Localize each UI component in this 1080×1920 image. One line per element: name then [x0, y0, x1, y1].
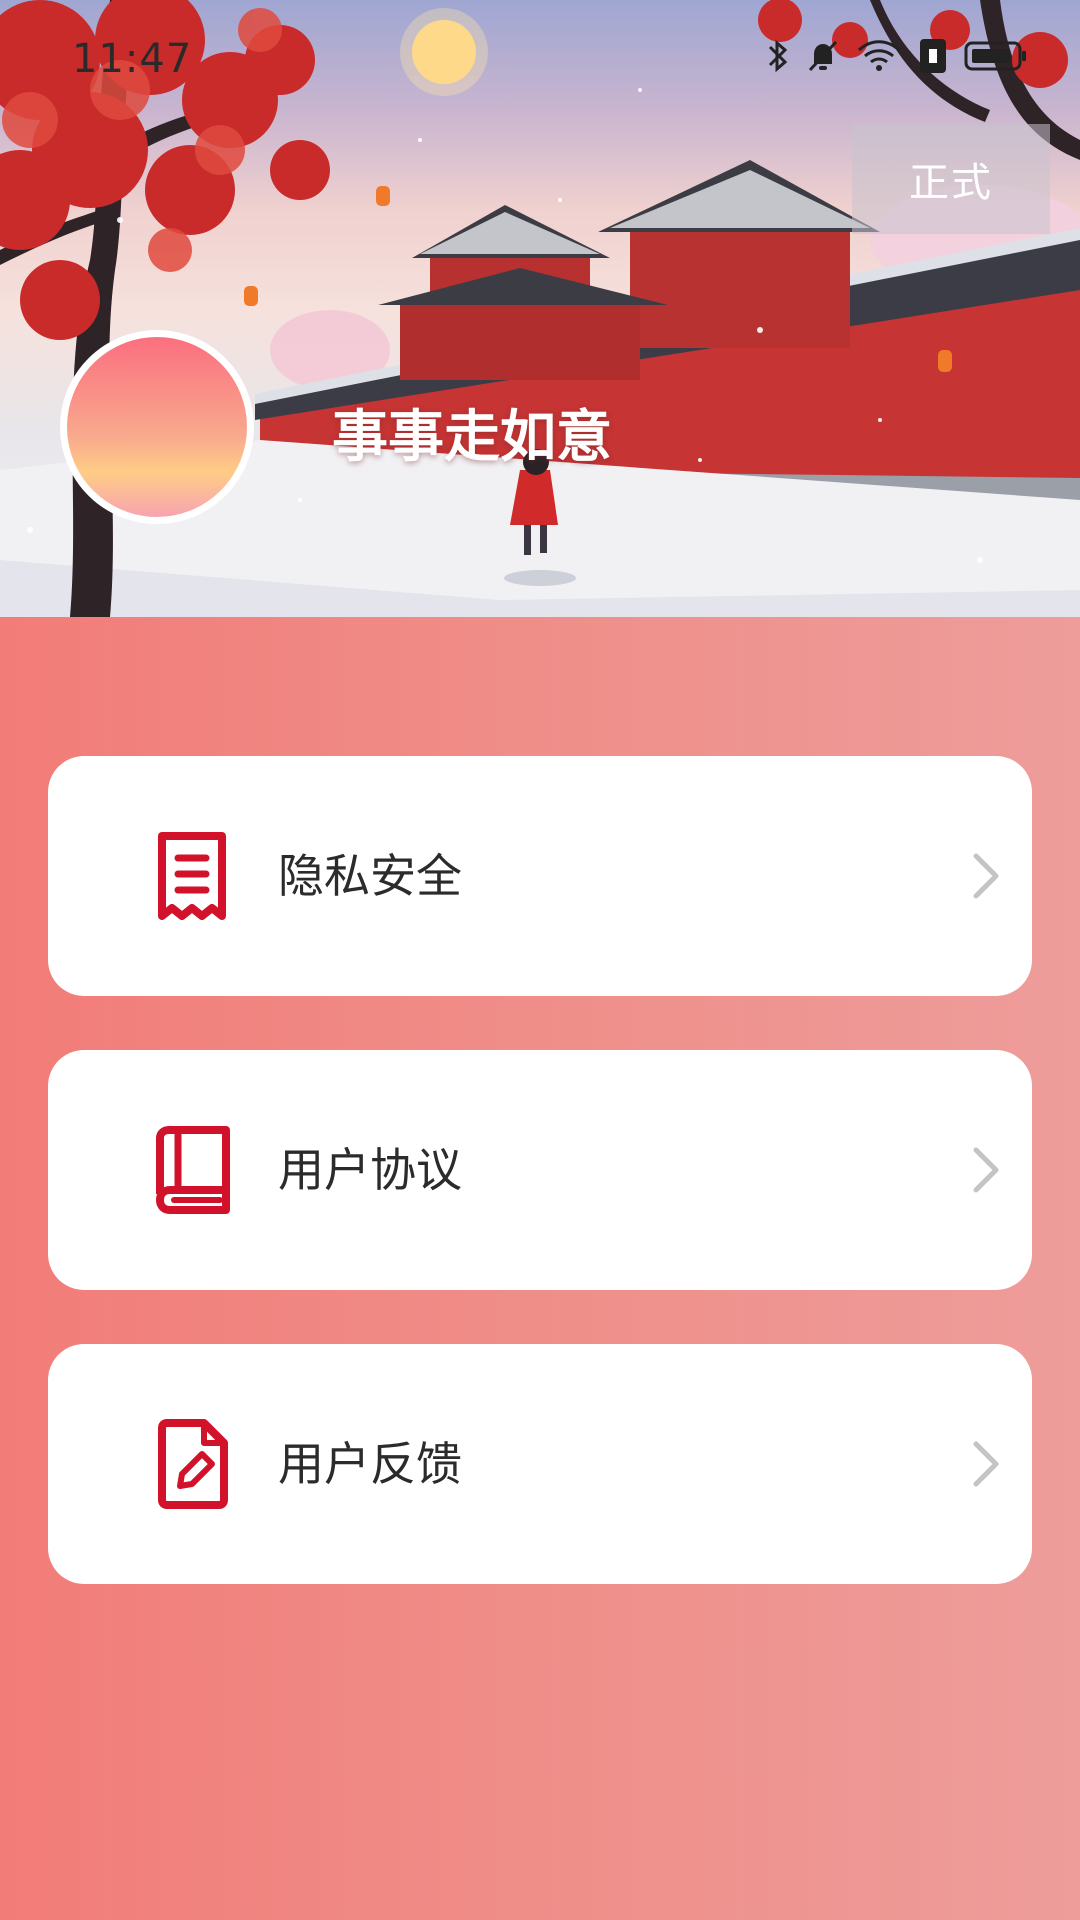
menu-item-label: 隐私安全 [278, 849, 462, 903]
env-badge: 正式 [852, 124, 1050, 234]
sim-icon [918, 37, 948, 79]
status-icons [766, 38, 1028, 78]
menu-item-user-agreement[interactable]: 用户协议 [48, 1050, 1032, 1290]
status-time: 11:47 [72, 36, 193, 82]
username: 事事走如意 [332, 405, 612, 470]
menu-item-user-feedback[interactable]: 用户反馈 [48, 1344, 1032, 1584]
wifi-icon [856, 38, 902, 78]
avatar[interactable] [60, 330, 254, 524]
header-banner: 11:47 正式 事事走如意 [0, 0, 1080, 617]
menu-item-label: 用户协议 [278, 1143, 462, 1197]
menu-item-privacy-security[interactable]: 隐私安全 [48, 756, 1032, 996]
mute-bell-icon [806, 38, 840, 78]
battery-icon [964, 39, 1028, 77]
status-bar: 11:47 [0, 0, 1080, 110]
chevron-right-icon [958, 1438, 1010, 1490]
edit-document-icon [150, 1418, 234, 1510]
receipt-icon [150, 830, 234, 922]
menu-item-label: 用户反馈 [278, 1437, 462, 1491]
chevron-right-icon [958, 850, 1010, 902]
bluetooth-icon [766, 38, 790, 78]
book-icon [150, 1124, 234, 1216]
chevron-right-icon [958, 1144, 1010, 1196]
